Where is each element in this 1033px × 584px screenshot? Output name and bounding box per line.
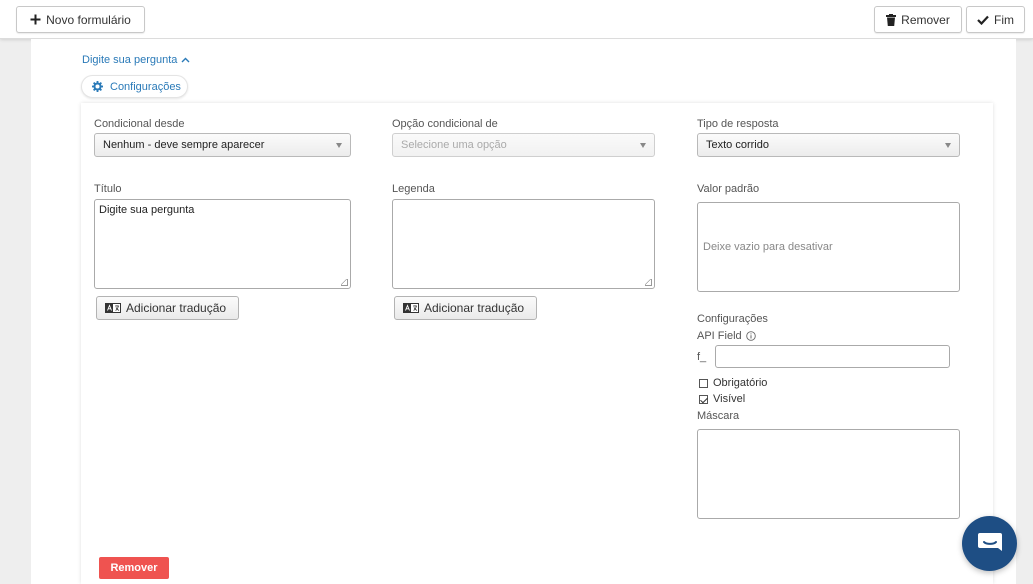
caption-label: Legenda <box>392 183 435 195</box>
tab-configuracoes[interactable]: Configurações <box>81 75 188 98</box>
api-field-prefix: f_ <box>697 351 707 363</box>
default-value-placeholder: Deixe vazio para desativar <box>703 241 833 253</box>
resize-handle-icon[interactable] <box>645 279 652 286</box>
finish-button[interactable]: Fim <box>966 6 1025 33</box>
remove-toolbar-label: Remover <box>901 12 950 27</box>
conditional-since-value: Nenhum - deve sempre aparecer <box>103 139 265 151</box>
translate-icon <box>403 303 419 313</box>
resize-handle-icon[interactable] <box>341 279 348 286</box>
question-title-text: Digite sua pergunta <box>82 54 178 66</box>
top-toolbar: Novo formulário Remover Fim <box>0 0 1033 39</box>
api-field-label-row: API Field <box>697 330 756 342</box>
finish-label: Fim <box>994 12 1014 27</box>
api-field-input[interactable] <box>715 345 950 368</box>
chevron-up-icon <box>181 57 190 63</box>
dropdown-arrow-icon <box>336 143 342 148</box>
add-translation-title-button[interactable]: Adicionar tradução <box>96 296 239 320</box>
remove-toolbar-button[interactable]: Remover <box>874 6 962 33</box>
default-value-textarea[interactable]: Deixe vazio para desativar <box>697 202 960 292</box>
default-value-label: Valor padrão <box>697 183 760 195</box>
caption-textarea[interactable] <box>392 199 655 289</box>
visible-checkbox[interactable]: Visível <box>699 393 745 405</box>
checkmark-icon <box>977 15 989 25</box>
dropdown-arrow-icon <box>945 143 951 148</box>
api-field-label: API Field <box>697 330 742 342</box>
visible-checkbox-label: Visível <box>713 393 746 405</box>
conditional-option-placeholder: Selecione uma opção <box>401 139 507 151</box>
gear-icon <box>92 81 103 92</box>
conditional-option-select[interactable]: Selecione uma opção <box>392 133 655 157</box>
mask-textarea[interactable] <box>697 429 960 519</box>
required-checkbox[interactable]: Obrigatório <box>699 377 767 389</box>
conditional-since-label: Condicional desde <box>94 118 185 130</box>
tab-configuracoes-label: Configurações <box>110 80 181 93</box>
title-textarea[interactable]: Digite sua pergunta <box>94 199 351 289</box>
plus-icon <box>30 14 41 25</box>
chat-launcher-button[interactable] <box>962 516 1017 571</box>
add-translation-caption-button[interactable]: Adicionar tradução <box>394 296 537 320</box>
required-checkbox-label: Obrigatório <box>713 377 768 389</box>
title-value: Digite sua pergunta <box>99 204 195 216</box>
remove-question-button[interactable]: Remover <box>99 557 169 579</box>
question-title-toggle[interactable]: Digite sua pergunta <box>82 54 190 66</box>
mask-label: Máscara <box>697 410 740 422</box>
conditional-since-select[interactable]: Nenhum - deve sempre aparecer <box>94 133 351 157</box>
answer-type-value: Texto corrido <box>706 139 769 151</box>
answer-type-select[interactable]: Texto corrido <box>697 133 960 157</box>
new-form-button[interactable]: Novo formulário <box>16 6 145 33</box>
info-icon[interactable] <box>745 331 756 341</box>
dropdown-arrow-icon <box>640 143 646 148</box>
add-translation-title-label: Adicionar tradução <box>126 301 227 315</box>
new-form-label: Novo formulário <box>46 12 131 27</box>
conditional-option-label: Opção condicional de <box>392 118 498 130</box>
visible-checkbox-box[interactable] <box>699 394 708 404</box>
remove-question-label: Remover <box>110 562 158 574</box>
chat-icon <box>977 532 1002 551</box>
settings-heading: Configurações <box>697 313 768 325</box>
trash-icon <box>886 13 897 26</box>
title-label: Título <box>94 183 122 195</box>
translate-icon <box>105 303 121 313</box>
required-checkbox-box[interactable] <box>699 378 708 388</box>
add-translation-caption-label: Adicionar tradução <box>424 301 525 315</box>
answer-type-label: Tipo de resposta <box>697 118 779 130</box>
